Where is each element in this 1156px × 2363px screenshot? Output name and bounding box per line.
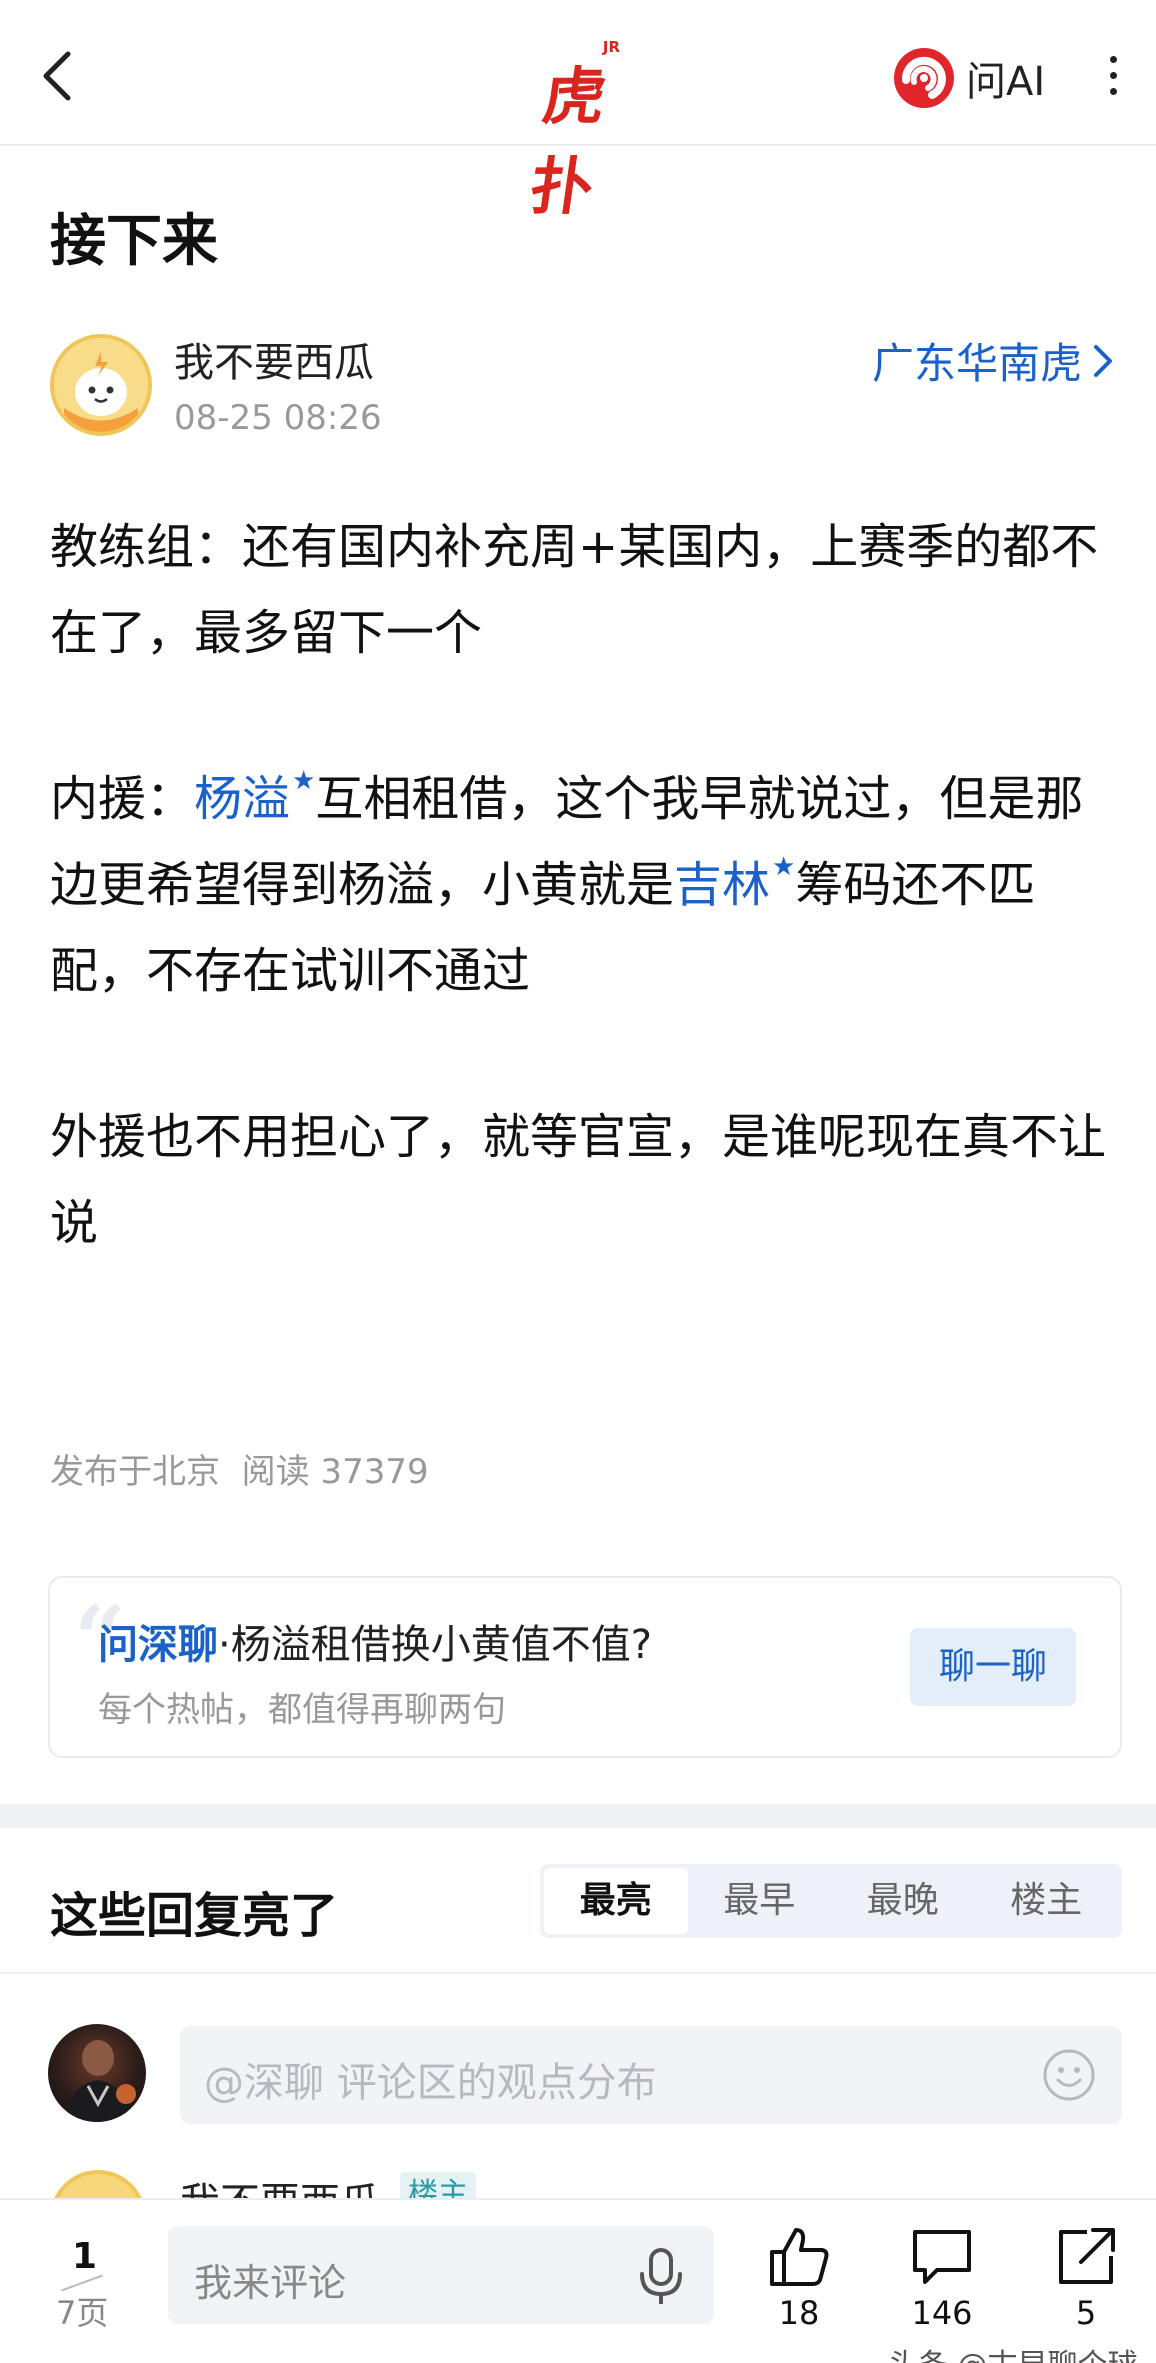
star-icon: ★ <box>772 852 796 882</box>
author-avatar[interactable] <box>50 334 152 436</box>
comment-bubble-icon <box>913 2230 971 2284</box>
thumbs-up-icon <box>770 2228 829 2286</box>
tab-op-only[interactable]: 楼主 <box>975 1868 1119 1934</box>
share-count: 5 <box>1075 2294 1097 2332</box>
hupu-logo: 虎扑 JR <box>525 38 620 223</box>
post-paragraph-2: 内援：杨溢★互相租借，这个我早就说过，但是那边更希望得到杨溢，小黄就是吉林★筹码… <box>50 756 1120 1014</box>
ai-discussion-card[interactable]: “ 问深聊·杨溢租借换小黄值不值? 每个热帖，都值得再聊两句 聊一聊 <box>48 1576 1122 1758</box>
user-photo <box>66 2040 136 2122</box>
microphone-icon[interactable] <box>634 2246 688 2306</box>
read-count: 阅读 37379 <box>241 1452 429 1492</box>
more-menu-icon[interactable] <box>1098 56 1128 100</box>
mascot-icon <box>54 338 148 432</box>
player-link-yangyi[interactable]: 杨溢 <box>194 771 290 827</box>
post-paragraph-1: 教练组：还有国内补充周+某国内，上赛季的都不在了，最多留下一个 <box>50 519 1099 661</box>
tab-earliest[interactable]: 最早 <box>688 1868 832 1934</box>
tab-hottest[interactable]: 最亮 <box>544 1868 688 1934</box>
tab-latest[interactable]: 最晚 <box>831 1868 975 1934</box>
page-total: 7页 <box>56 2294 109 2332</box>
ask-deep-chat-input[interactable]: @深聊 评论区的观点分布 <box>180 2026 1122 2124</box>
paragraph-text: 内援： <box>50 771 195 827</box>
ask-placeholder: @深聊 评论区的观点分布 <box>204 2060 657 2106</box>
user-avatar[interactable] <box>48 2024 146 2122</box>
comment-count: 146 <box>911 2294 973 2332</box>
comment-input[interactable]: 我来评论 <box>168 2226 714 2324</box>
share-button[interactable]: 5 <box>1038 2224 1134 2344</box>
ask-ai-label: 问AI <box>966 59 1046 105</box>
post-meta: 发布于北京 阅读 37379 <box>50 1444 429 1493</box>
ask-ai-button[interactable]: 问AI <box>892 44 1045 112</box>
bottom-bar: 1 7页 我来评论 18 146 5 <box>0 2198 1156 2363</box>
like-count: 18 <box>778 2294 820 2332</box>
ai-subtitle: 每个热帖，都值得再聊两句 <box>98 1690 506 1730</box>
emoji-icon[interactable] <box>1042 2048 1096 2102</box>
watermark: 头条 @古早聊个球 <box>888 2340 1138 2363</box>
section-divider <box>0 1804 1156 1828</box>
chat-button[interactable]: 聊一聊 <box>910 1628 1076 1706</box>
post-title: 接下来 <box>50 209 218 274</box>
comment-button[interactable]: 146 <box>894 2224 990 2344</box>
share-icon <box>1059 2228 1115 2284</box>
divider <box>0 1972 1156 1974</box>
forum-link[interactable]: 广东华南虎 <box>872 330 1114 391</box>
back-arrow-icon[interactable] <box>36 48 82 104</box>
forum-name: 广东华南虎 <box>871 339 1082 388</box>
star-icon: ★ <box>292 766 316 796</box>
post-time: 08-25 08:26 <box>174 398 382 438</box>
like-button[interactable]: 18 <box>751 2224 847 2344</box>
ai-logo-icon <box>894 48 954 108</box>
author-name[interactable]: 我不要西瓜 <box>174 330 374 388</box>
post-location: 发布于北京 <box>50 1452 220 1492</box>
replies-title: 这些回复亮了 <box>50 1888 339 1944</box>
page-current: 1 <box>72 2236 98 2277</box>
post-paragraph-3: 外援也不用担心了，就等官宣，是谁呢现在真不让说 <box>50 1109 1107 1251</box>
team-link-jilin[interactable]: 吉林 <box>674 857 770 913</box>
chevron-right-icon <box>1094 344 1112 377</box>
ai-question: 问深聊·杨溢租借换小黄值不值? <box>98 1612 652 1670</box>
reply-sort-tabs: 最亮 最早 最晚 楼主 <box>540 1864 1122 1938</box>
ai-question-text: ·杨溢租借换小黄值不值? <box>218 1622 652 1668</box>
ai-brand: 问深聊 <box>98 1622 218 1668</box>
comment-placeholder: 我来评论 <box>194 2261 347 2305</box>
top-bar: 虎扑 JR 问AI <box>0 0 1156 223</box>
